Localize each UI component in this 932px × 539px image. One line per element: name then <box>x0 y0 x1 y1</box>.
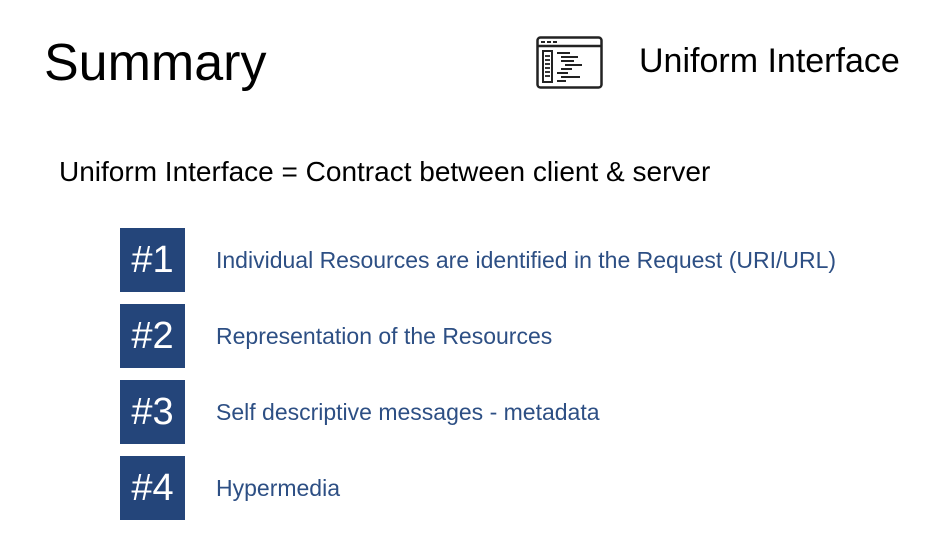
topic-label: Uniform Interface <box>639 42 900 80</box>
point-text: Self descriptive messages - metadata <box>216 399 600 425</box>
point-badge: #1 <box>120 228 185 292</box>
point-badge: #4 <box>120 456 185 520</box>
point-item-3: #3 Self descriptive messages - metadata <box>120 380 910 444</box>
definition-line: Uniform Interface = Contract between cli… <box>59 156 711 187</box>
point-item-4: #4 Hypermedia <box>120 456 910 520</box>
point-text: Hypermedia <box>216 475 340 501</box>
point-badge: #2 <box>120 304 185 368</box>
code-window-icon <box>536 36 603 89</box>
point-item-2: #2 Representation of the Resources <box>120 304 910 368</box>
point-text: Individual Resources are identified in t… <box>216 247 837 273</box>
slide-title: Summary <box>44 34 267 92</box>
point-item-1: #1 Individual Resources are identified i… <box>120 228 910 292</box>
point-badge: #3 <box>120 380 185 444</box>
point-text: Representation of the Resources <box>216 323 553 349</box>
